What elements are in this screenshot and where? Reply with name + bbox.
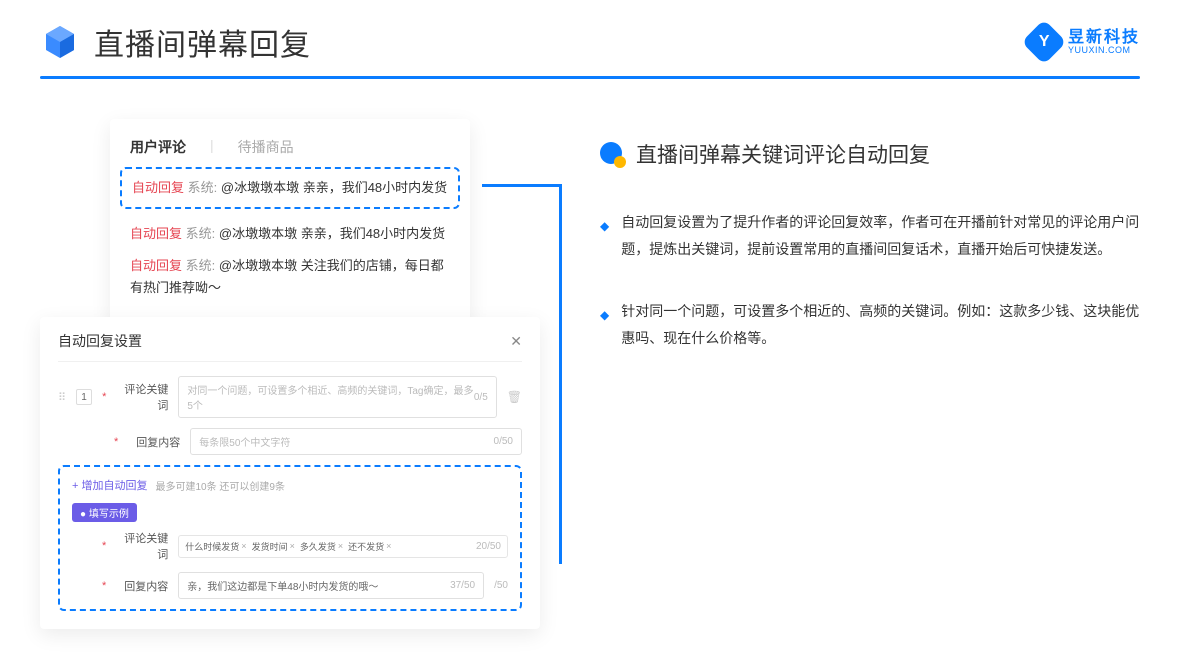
logo-en: YUUXIN.COM: [1068, 46, 1140, 55]
example-block: + 增加自动回复 最多可建10条 还可以创建9条 ● 填写示例 * 评论关键词 …: [58, 465, 522, 611]
diamond-icon: ◆: [600, 304, 609, 351]
tab-products[interactable]: 待播商品: [238, 137, 294, 157]
company-logo: Y 昱新科技 YUUXIN.COM: [1028, 26, 1140, 58]
tab-comments[interactable]: 用户评论: [130, 137, 186, 157]
auto-reply-tag: 自动回复: [132, 180, 184, 195]
keyword-input[interactable]: 对同一个问题，可设置多个相近、高频的关键词，Tag确定，最多5个 0/5: [178, 376, 496, 418]
example-tags-input[interactable]: 什么时候发货× 发货时间× 多久发货× 还不发货× 20/50: [178, 535, 508, 558]
section-title: 直播间弹幕关键词评论自动回复: [636, 139, 930, 169]
content-label: 回复内容: [128, 434, 180, 450]
page-title: 直播间弹幕回复: [94, 20, 311, 64]
diamond-icon: ◆: [600, 215, 609, 262]
content-input[interactable]: 每条限50个中文字符 0/50: [190, 428, 522, 455]
drag-handle-icon[interactable]: ⠿: [58, 391, 66, 404]
settings-card: 自动回复设置 ✕ ⠿ 1 * 评论关键词 对同一个问题，可设置多个相近、高频的关…: [40, 317, 540, 629]
settings-title: 自动回复设置: [58, 331, 142, 351]
keyword-label: 评论关键词: [116, 381, 168, 413]
logo-cn: 昱新科技: [1068, 30, 1140, 46]
example-badge: ● 填写示例: [72, 503, 137, 522]
trash-icon[interactable]: 🗑: [507, 390, 522, 404]
add-reply-link[interactable]: + 增加自动回复: [72, 477, 147, 493]
index-badge: 1: [76, 389, 92, 405]
comment-row-highlighted: 自动回复 系统: @冰墩墩本墩 亲亲，我们48小时内发货: [120, 167, 460, 209]
logo-badge-icon: Y: [1021, 19, 1066, 64]
bullet-item: ◆ 针对同一个问题，可设置多个相近的、高频的关键词。例如：这款多少钱、这块能优惠…: [600, 298, 1140, 351]
comment-row: 自动回复 系统: @冰墩墩本墩 关注我们的店铺，每日都有热门推荐呦～: [130, 255, 450, 299]
example-content-input[interactable]: 亲，我们这边都是下单48小时内发货的哦～ 37/50: [178, 572, 484, 599]
cube-icon: [40, 22, 80, 62]
close-icon[interactable]: ✕: [510, 333, 522, 350]
bullet-item: ◆ 自动回复设置为了提升作者的评论回复效率，作者可在开播前针对常见的评论用户问题…: [600, 209, 1140, 262]
comment-row: 自动回复 系统: @冰墩墩本墩 亲亲，我们48小时内发货: [130, 223, 450, 245]
comments-card: 用户评论 | 待播商品 自动回复 系统: @冰墩墩本墩 亲亲，我们48小时内发货…: [110, 119, 470, 327]
section-dot-icon: [600, 142, 624, 166]
